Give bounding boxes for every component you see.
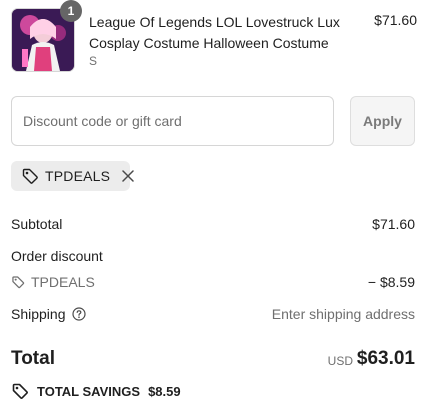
total-savings-value: $8.59 — [148, 383, 181, 399]
quantity-badge: 1 — [60, 0, 82, 22]
subtotal-row: Subtotal $71.60 — [11, 216, 415, 232]
product-variant: S — [89, 54, 98, 68]
applied-discount-code: TPDEALS — [45, 168, 111, 184]
discount-value: − $8.59 — [367, 274, 415, 290]
product-thumbnail-wrapper: 1 — [11, 0, 82, 72]
total-savings-label: TOTAL SAVINGS — [37, 383, 141, 399]
discount-code-row: TPDEALS − $8.59 — [11, 274, 415, 290]
tag-icon — [21, 167, 39, 185]
cart-line-item: 1 League Of Legends LOL Lovestruck Lux C… — [11, 0, 417, 74]
order-discount-row: Order discount — [11, 248, 415, 264]
subtotal-label: Subtotal — [11, 216, 63, 232]
total-amount: $63.01 — [356, 348, 415, 369]
total-savings-row: TOTAL SAVINGS $8.59 — [11, 382, 181, 400]
product-title: League Of Legends LOL Lovestruck Lux Cos… — [89, 14, 340, 51]
close-icon[interactable] — [120, 168, 136, 184]
total-currency: USD — [327, 354, 353, 368]
discount-code-label: TPDEALS — [31, 274, 95, 290]
discount-code-input[interactable] — [11, 96, 334, 146]
shipping-label: Shipping — [11, 306, 66, 322]
product-price: $71.60 — [374, 12, 417, 28]
order-discount-label: Order discount — [11, 248, 103, 264]
tag-icon — [11, 275, 25, 289]
apply-button[interactable]: Apply — [350, 96, 415, 146]
total-row: Total USD $63.01 — [11, 348, 415, 374]
shipping-value: Enter shipping address — [271, 306, 415, 322]
subtotal-value: $71.60 — [372, 216, 415, 232]
total-label: Total — [11, 348, 55, 369]
applied-discount-chip: TPDEALS — [11, 161, 134, 191]
tag-icon — [11, 382, 29, 400]
help-circle-icon[interactable] — [71, 307, 86, 321]
discount-form: Apply — [11, 96, 415, 148]
shipping-row: Shipping Enter shipping address — [11, 306, 415, 322]
